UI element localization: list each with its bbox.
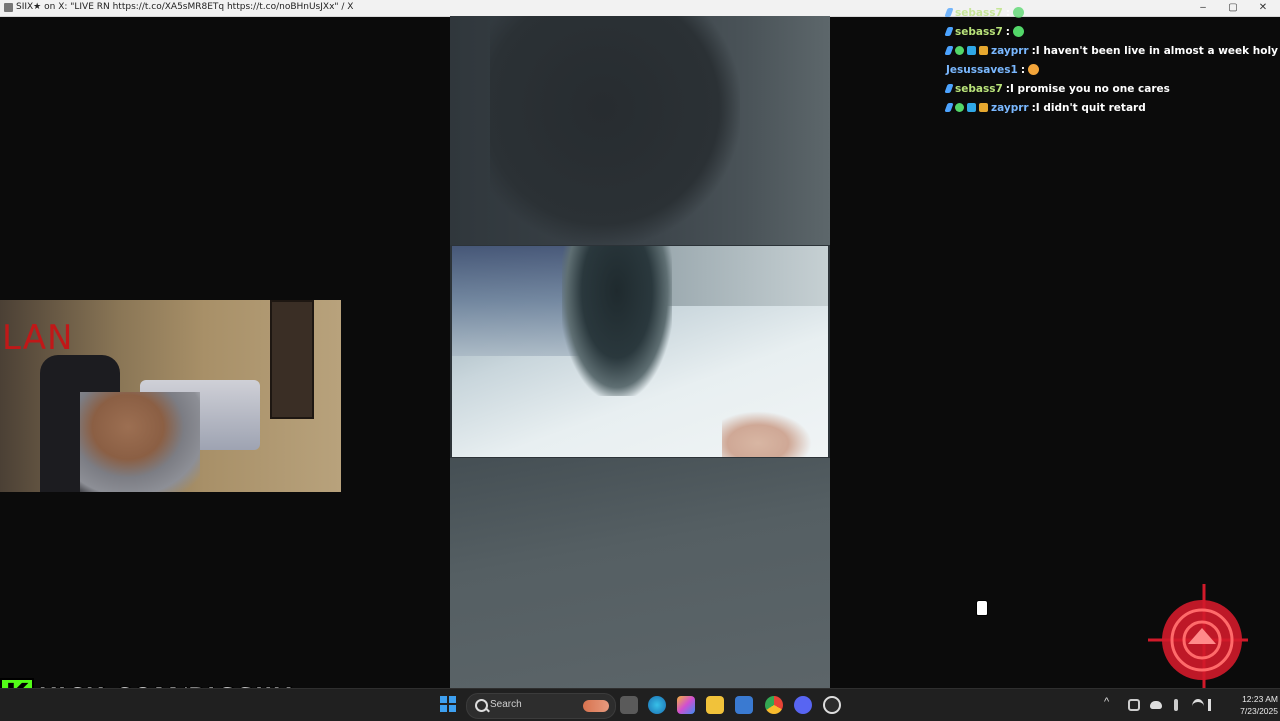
windows-start-icon[interactable] — [440, 696, 456, 712]
chat-text: I haven't been live in almost a week hol… — [1035, 44, 1280, 57]
chat-message: sebass7 : — [944, 3, 1276, 22]
windows-taskbar: Search ^ 12:23 AM 7/23/2025 — [0, 688, 1280, 721]
clock-date: 7/23/2025 — [1240, 706, 1278, 716]
chat-username[interactable]: zayprr — [991, 102, 1029, 114]
folder-icon[interactable] — [706, 696, 724, 714]
chat-text: I promise you no one cares — [1009, 82, 1170, 95]
chat-overlay: sebass7 : sebass7 : zayprr : I haven't bee… — [944, 3, 1280, 117]
chat-username[interactable]: Jesussaves1 — [946, 64, 1018, 76]
pen-badge-icon — [944, 103, 954, 112]
chrome-icon[interactable] — [765, 696, 783, 714]
copilot-icon[interactable] — [677, 696, 695, 714]
chat-username[interactable]: sebass7 — [955, 7, 1003, 19]
taskbar-search-box[interactable]: Search — [466, 693, 616, 719]
microphone-icon[interactable] — [1174, 699, 1178, 711]
streamer — [80, 392, 200, 492]
discord-icon[interactable] — [794, 696, 812, 714]
search-highlight-icon — [583, 700, 609, 712]
chat-message: zayprr : I didn't quit retard — [944, 98, 1276, 117]
box-badge-icon — [979, 46, 988, 55]
wifi-icon[interactable] — [1192, 699, 1204, 714]
sync-icon[interactable] — [1128, 699, 1140, 711]
store-icon[interactable] — [735, 696, 753, 714]
wall-sign-text: LAN — [2, 318, 74, 358]
stream-video[interactable] — [450, 16, 830, 688]
chat-message: sebass7 : I promise you no one cares — [944, 79, 1276, 98]
chat-username[interactable]: zayprr — [991, 45, 1029, 57]
cube-badge-icon — [967, 46, 976, 55]
chat-text: I didn't quit retard — [1035, 101, 1146, 114]
hand-cursor-icon — [976, 600, 988, 616]
elevator-doors — [658, 246, 828, 306]
crosshair-logo-icon — [1148, 584, 1248, 688]
video-frame-top — [450, 16, 830, 245]
webcam-overlay: LAN — [0, 300, 341, 492]
x-favicon-icon — [4, 3, 13, 12]
hand — [722, 411, 812, 457]
pen-badge-icon — [944, 84, 954, 93]
video-frame-middle — [452, 246, 828, 457]
taskbar-clock[interactable]: 12:23 AM 7/23/2025 — [1222, 693, 1278, 717]
search-icon — [475, 699, 488, 712]
room-door — [270, 300, 314, 419]
cube-badge-icon — [967, 103, 976, 112]
chat-separator: : — [1005, 25, 1010, 38]
pen-badge-icon — [944, 27, 954, 36]
emote-icon — [1028, 64, 1040, 75]
clock-time: 12:23 AM — [1242, 694, 1278, 704]
chat-separator: : — [1020, 63, 1026, 76]
person-figure — [562, 246, 672, 396]
box-badge-icon — [979, 103, 988, 112]
chat-separator: : — [1005, 6, 1010, 19]
chat-message: Jesussaves1 : — [946, 60, 1276, 79]
check-badge-icon — [955, 103, 964, 112]
search-label: Search — [490, 699, 522, 710]
chat-message: sebass7 : — [944, 22, 1276, 41]
check-badge-icon — [955, 46, 964, 55]
video-frame-bottom — [450, 458, 830, 688]
edge-icon[interactable] — [648, 696, 666, 714]
chat-username[interactable]: sebass7 — [955, 26, 1003, 38]
volume-icon[interactable] — [1208, 699, 1223, 711]
task-view-icon[interactable] — [620, 696, 638, 714]
window-title: SIIX★ on X: "LIVE RN https://t.co/XA5sMR… — [16, 2, 354, 12]
emote-icon — [1012, 26, 1024, 37]
pen-badge-icon — [944, 46, 954, 55]
tray-chevron-icon[interactable]: ^ — [1104, 696, 1116, 708]
pen-badge-icon — [944, 8, 954, 17]
emote-icon — [1012, 7, 1024, 18]
cloud-icon[interactable] — [1150, 701, 1162, 709]
chat-message: zayprr : I haven't been live in almost a… — [944, 41, 1280, 60]
person-figure — [490, 16, 740, 245]
chat-username[interactable]: sebass7 — [955, 83, 1003, 95]
obs-icon[interactable] — [823, 696, 841, 714]
